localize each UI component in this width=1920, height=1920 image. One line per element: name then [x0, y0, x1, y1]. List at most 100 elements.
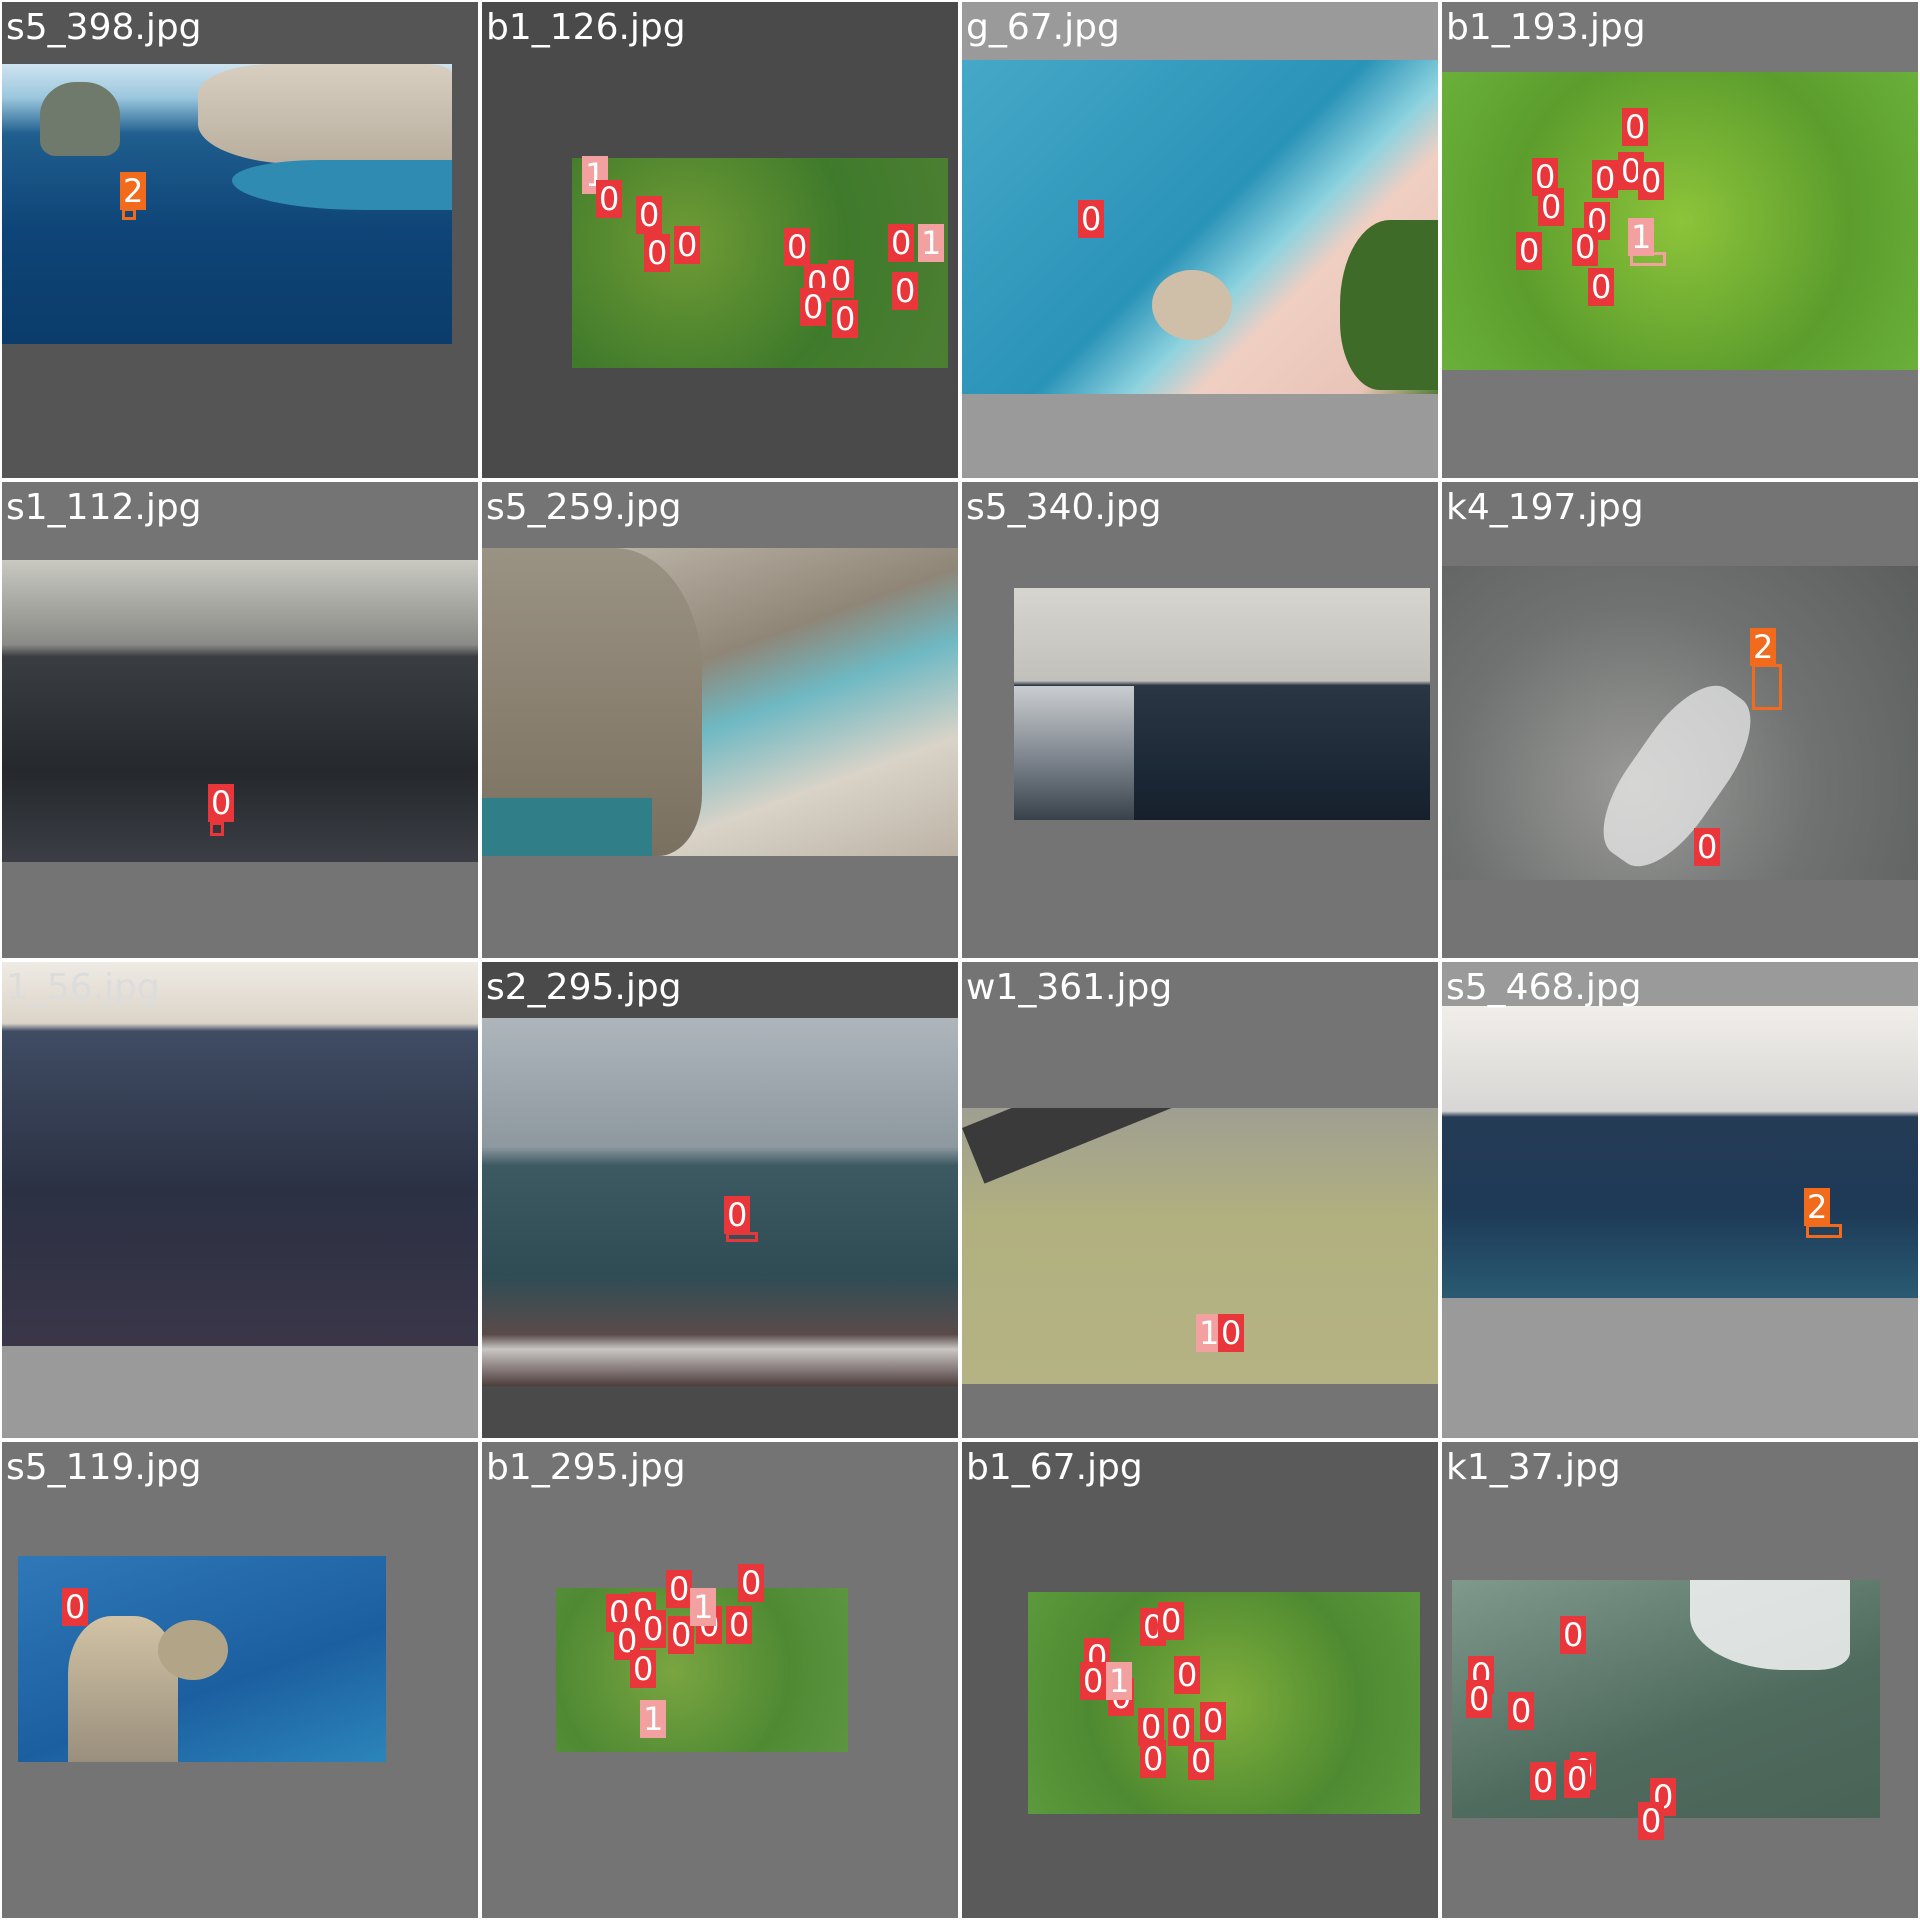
detection-label: 0 [1638, 162, 1665, 200]
tile-filename: b1_67.jpg [966, 1447, 1143, 1488]
detection-box [1806, 1224, 1842, 1238]
detection-label: 1 [918, 224, 945, 262]
tile: s2_295.jpg 0 [480, 960, 960, 1440]
tile: b1_295.jpg 0 0 0 0 0 0 0 0 1 0 0 1 [480, 1440, 960, 1920]
detection-label: 0 [1188, 1742, 1215, 1780]
detection-label: 0 [1218, 1314, 1245, 1352]
detection-label: 2 [1804, 1188, 1831, 1226]
detection-label: 0 [636, 196, 663, 234]
detection-label: 0 [1466, 1680, 1493, 1718]
detection-label: 0 [1538, 188, 1565, 226]
tile: s5_119.jpg 0 [0, 1440, 480, 1920]
tile: b1_126.jpg 1 0 0 0 0 0 0 0 0 0 0 1 0 [480, 0, 960, 480]
detection-label: 0 [1560, 1616, 1587, 1654]
detection-label: 0 [208, 784, 235, 822]
cliff [198, 64, 452, 164]
detection-label: 0 [1638, 1802, 1665, 1840]
tile-filename: s2_295.jpg [486, 967, 682, 1008]
boat-wake [1582, 668, 1772, 880]
detection-label: 0 [832, 300, 859, 338]
photo-sunset-sea [1014, 588, 1430, 820]
photo-boat-wake [1442, 566, 1918, 880]
detection-label: 0 [1530, 1762, 1557, 1800]
detection-label: 0 [724, 1196, 751, 1234]
detection-label: 0 [892, 272, 919, 310]
photo-sea-stacks [18, 1556, 386, 1762]
detection-label: 0 [1158, 1602, 1185, 1640]
tile-filename: s5_119.jpg [6, 1447, 202, 1488]
tile-filename: g_67.jpg [966, 7, 1120, 48]
tile-filename: b1_193.jpg [1446, 7, 1646, 48]
detection-label: 0 [1174, 1656, 1201, 1694]
detection-label: 0 [1140, 1740, 1167, 1778]
tile: k4_197.jpg 2 0 [1440, 480, 1920, 960]
detection-label: 1 [690, 1588, 717, 1626]
detection-box [1752, 664, 1782, 710]
mosaic-grid: s5_398.jpg 2 b1_126.jpg 1 0 0 0 0 0 0 0 … [0, 0, 1920, 1920]
tile: k1_37.jpg 0 0 0 0 0 0 0 0 0 [1440, 1440, 1920, 1920]
tile-filename: b1_126.jpg [486, 7, 686, 48]
tile-filename: w1_361.jpg [966, 967, 1173, 1008]
detection-label: 0 [1592, 160, 1619, 198]
detection-label: 0 [640, 1610, 667, 1648]
detection-label: 1 [1628, 218, 1655, 256]
detection-box [1630, 252, 1666, 266]
rock-island [40, 82, 120, 156]
detection-label: 0 [630, 1650, 657, 1688]
tile-filename: b1_295.jpg [486, 1447, 686, 1488]
detection-label: 0 [596, 180, 623, 218]
detection-label: 0 [1694, 828, 1721, 866]
rock-jetty [1152, 270, 1232, 340]
photo-cliff-beach [482, 548, 958, 856]
detection-label: 0 [888, 224, 915, 262]
photo-coast-waves [482, 1018, 958, 1386]
tile-filename: s5_468.jpg [1446, 967, 1642, 1008]
detection-label: 0 [1564, 1760, 1591, 1798]
detection-label: 0 [1168, 1708, 1195, 1746]
tile: b1_67.jpg 0 0 0 1 0 0 0 0 0 0 0 0 [960, 1440, 1440, 1920]
detection-label: 0 [1622, 108, 1649, 146]
detection-label: 0 [1078, 200, 1105, 238]
photo-green-algae [1442, 72, 1918, 370]
tree-cluster [1340, 220, 1438, 390]
detection-label: 0 [784, 228, 811, 266]
photo-dark-sea [2, 560, 478, 862]
detection-label: 1 [640, 1700, 667, 1738]
tile-filename: k1_37.jpg [1446, 1447, 1621, 1488]
detection-label: 0 [1080, 1662, 1107, 1700]
detection-label: 0 [800, 288, 827, 326]
sun-glare [1014, 686, 1134, 820]
detection-label: 1 [1106, 1662, 1133, 1700]
tile-filename: 1_56.jpg [6, 967, 160, 1008]
detection-label: 0 [738, 1564, 765, 1602]
tile: g_67.jpg 0 [960, 0, 1440, 480]
shallow-water [232, 160, 452, 210]
sea-inlet [482, 798, 652, 856]
tile-filename: s5_340.jpg [966, 487, 1162, 528]
surf-foam [1690, 1580, 1850, 1670]
photo-beach-aerial [962, 60, 1438, 394]
photo-sea-rocks [2, 64, 452, 344]
tile: w1_361.jpg 1 0 [960, 960, 1440, 1440]
detection-label: 0 [1508, 1692, 1535, 1730]
tile: 1_56.jpg [0, 960, 480, 1440]
sea-stack-small [158, 1620, 228, 1680]
tile-filename: k4_197.jpg [1446, 487, 1644, 528]
detection-label: 0 [1588, 268, 1615, 306]
tile: s5_468.jpg 2 [1440, 960, 1920, 1440]
detection-label: 0 [1516, 232, 1543, 270]
tile-filename: s1_112.jpg [6, 487, 202, 528]
detection-label: 0 [1200, 1702, 1227, 1740]
photo-open-sea [2, 962, 478, 1346]
tile-filename: s5_398.jpg [6, 7, 202, 48]
tile: b1_193.jpg 0 0 0 0 0 0 0 0 0 1 0 [1440, 0, 1920, 480]
tile-filename: s5_259.jpg [486, 487, 682, 528]
detection-label: 0 [828, 260, 855, 298]
detection-label: 2 [120, 172, 147, 210]
photo-horizon-sea [1442, 1006, 1918, 1298]
tile: s1_112.jpg 0 [0, 480, 480, 960]
photo-green-algae [572, 158, 948, 368]
detection-label: 0 [1572, 228, 1599, 266]
tile: s5_259.jpg [480, 480, 960, 960]
detection-label: 2 [1750, 628, 1777, 666]
